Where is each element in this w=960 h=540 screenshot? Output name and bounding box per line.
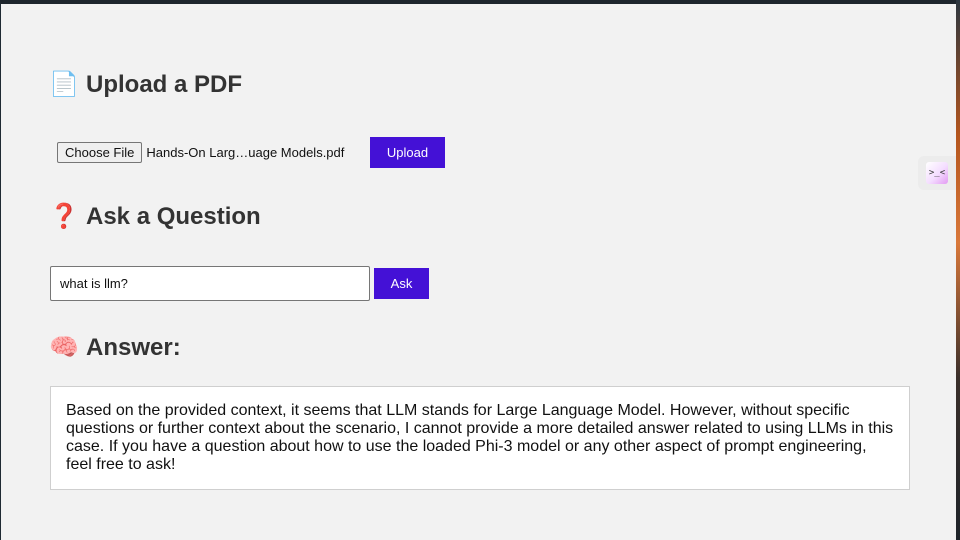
extension-side-button[interactable]: >_< [918,156,956,190]
question-input[interactable] [50,266,370,301]
file-input[interactable]: Choose File Hands-On Larg…uage Models.pd… [57,142,344,163]
brain-icon: 🧠 [49,334,79,361]
desktop-background-edge [956,0,960,540]
upload-heading: 📄 Upload a PDF [49,71,243,99]
answer-box: Based on the provided context, it seems … [50,386,910,490]
upload-button[interactable]: Upload [370,137,445,168]
question-mark-icon: ❓ [49,203,79,230]
app-page: 📄 Upload a PDF Choose File Hands-On Larg… [1,4,956,540]
ask-heading-text: Ask a Question [86,203,261,230]
selected-file-name: Hands-On Larg…uage Models.pdf [146,145,345,160]
ask-button[interactable]: Ask [374,268,429,299]
answer-text: Based on the provided context, it seems … [66,402,894,473]
choose-file-button[interactable]: Choose File [57,142,143,163]
answer-heading: 🧠 Answer: [49,334,181,362]
upload-heading-text: Upload a PDF [86,71,243,98]
ask-heading: ❓ Ask a Question [49,203,261,231]
extension-icon: >_< [926,162,948,184]
answer-heading-text: Answer: [86,334,181,361]
document-icon: 📄 [49,71,79,98]
